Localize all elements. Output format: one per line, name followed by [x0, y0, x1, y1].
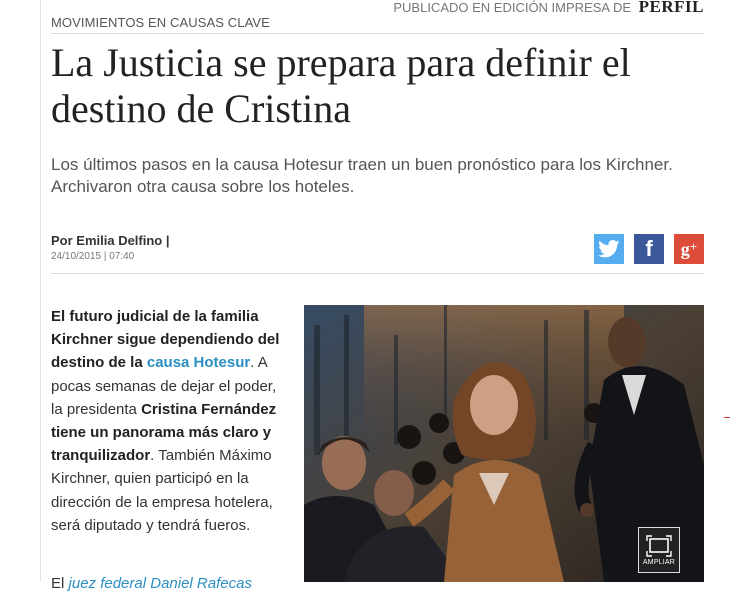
twitter-share-button[interactable] — [594, 234, 624, 264]
byline-divider — [51, 273, 704, 274]
article-paragraph-next: El juez federal Daniel Rafecas — [51, 575, 252, 592]
header-divider — [51, 33, 704, 34]
print-edition-label: PUBLICADO EN EDICIÓN IMPRESA DE PERFIL — [393, 0, 704, 17]
enlarge-label: AMPLIAR — [642, 558, 676, 566]
causa-hotesur-link[interactable]: causa Hotesur — [147, 354, 250, 371]
edition-text: PUBLICADO EN EDICIÓN IMPRESA DE — [393, 0, 632, 15]
googleplus-share-button[interactable]: g+ — [674, 234, 704, 264]
enlarge-photo-button[interactable]: AMPLIAR — [638, 527, 680, 573]
perfil-brand-logo[interactable]: PERFIL — [639, 0, 704, 16]
expand-icon — [646, 534, 672, 557]
facebook-share-button[interactable]: f — [634, 234, 664, 264]
section-tag: MOVIMIENTOS EN CAUSAS CLAVE — [51, 15, 270, 30]
publish-date: 24/10/2015 | 07:40 — [51, 251, 135, 262]
edge-marker — [724, 417, 730, 418]
author-byline[interactable]: Por Emilia Delfino | — [51, 233, 170, 248]
article-headline: La Justicia se prepara para definir el d… — [51, 40, 631, 131]
judge-link[interactable]: juez federal Daniel Rafecas — [69, 575, 252, 592]
article-subhead: Los últimos pasos en la causa Hotesur tr… — [51, 155, 673, 196]
twitter-icon — [598, 240, 620, 258]
article-paragraph: El futuro judicial de la familia Kirchne… — [51, 308, 280, 534]
drop-letter: E — [51, 308, 62, 325]
googleplus-icon: g+ — [680, 238, 698, 259]
facebook-icon: f — [645, 236, 653, 261]
left-column-rule — [40, 0, 41, 582]
